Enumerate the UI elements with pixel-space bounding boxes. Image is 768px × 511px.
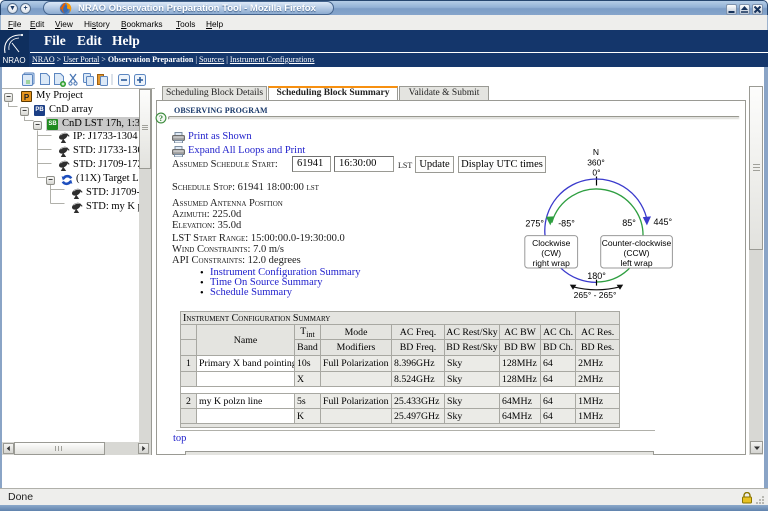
svg-text:Clockwise: Clockwise bbox=[532, 238, 571, 248]
svg-text:N: N bbox=[593, 147, 599, 157]
svg-text:0°: 0° bbox=[592, 168, 600, 178]
svg-text:445°: 445° bbox=[653, 217, 672, 227]
svg-text:right wrap: right wrap bbox=[533, 258, 571, 268]
svg-text:85°: 85° bbox=[622, 218, 636, 228]
svg-text:-85°: -85° bbox=[558, 219, 575, 229]
svg-text:Counter-clockwise: Counter-clockwise bbox=[602, 238, 672, 248]
svg-text:?: ? bbox=[159, 114, 163, 123]
svg-text:(CW): (CW) bbox=[541, 248, 561, 258]
svg-text:275°: 275° bbox=[525, 219, 544, 229]
svg-text:265° - 265°: 265° - 265° bbox=[574, 290, 617, 300]
svg-text:(CCW): (CCW) bbox=[624, 248, 650, 258]
svg-text:180°: 180° bbox=[587, 271, 606, 281]
svg-text:left wrap: left wrap bbox=[620, 258, 652, 268]
svg-text:360°: 360° bbox=[587, 158, 605, 168]
